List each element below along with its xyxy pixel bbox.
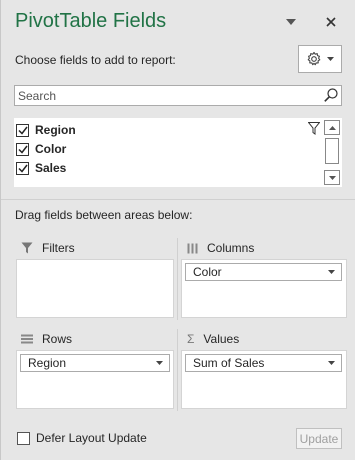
pivottable-fields-pane: PivotTable Fields Choose fields to add t… — [0, 0, 355, 460]
dropdown-triangle-icon — [286, 19, 296, 25]
filters-drop-area[interactable] — [16, 259, 174, 318]
field-item-color[interactable]: Color — [16, 140, 66, 158]
rows-area-header: Rows — [21, 332, 72, 346]
columns-field-pill[interactable]: Color — [185, 263, 342, 281]
area-separator — [177, 238, 178, 320]
defer-checkbox[interactable] — [17, 431, 30, 445]
filters-area-header: Filters — [21, 241, 75, 255]
values-area-header: Σ Values — [187, 332, 239, 346]
filters-area-title: Filters — [42, 241, 75, 255]
field-checkbox-sales[interactable] — [16, 161, 29, 175]
columns-drop-area[interactable]: Color — [181, 259, 347, 318]
chevron-down-icon[interactable] — [156, 361, 163, 365]
defer-label: Defer Layout Update — [36, 431, 147, 445]
scroll-down-icon — [328, 175, 336, 180]
area-separator — [177, 329, 178, 411]
checkmark-icon — [17, 145, 28, 154]
search-input[interactable]: Search — [18, 89, 56, 103]
columns-icon — [187, 243, 198, 253]
checkmark-icon — [17, 164, 28, 173]
values-field-pill[interactable]: Sum of Sales — [185, 354, 342, 372]
chevron-down-icon[interactable] — [328, 270, 335, 274]
checkmark-icon — [17, 126, 28, 135]
rows-icon — [21, 334, 33, 344]
tools-button[interactable] — [298, 45, 342, 73]
close-button[interactable] — [322, 12, 340, 32]
task-pane-options-button[interactable] — [282, 12, 300, 32]
field-checkbox-region[interactable] — [16, 123, 29, 137]
scroll-down-button[interactable] — [324, 170, 340, 185]
scroll-thumb[interactable] — [325, 138, 339, 164]
search-icon[interactable] — [323, 87, 339, 103]
values-drop-area[interactable]: Sum of Sales — [181, 350, 347, 409]
field-label: Color — [35, 142, 67, 156]
rows-field-pill[interactable]: Region — [20, 354, 170, 372]
rows-area-title: Rows — [42, 332, 73, 346]
rows-drop-area[interactable]: Region — [16, 350, 174, 409]
close-icon — [326, 17, 336, 27]
columns-area-title: Columns — [207, 241, 255, 255]
sigma-icon: Σ — [187, 332, 195, 346]
field-list-scrollbar[interactable] — [324, 120, 340, 185]
columns-area-header: Columns — [187, 241, 254, 255]
filter-icon — [21, 242, 33, 254]
choose-fields-label: Choose fields to add to report: — [15, 53, 176, 67]
columns-field-label: Color — [193, 265, 222, 279]
field-item-region[interactable]: Region — [16, 121, 76, 139]
update-button[interactable]: Update — [296, 428, 342, 449]
values-field-label: Sum of Sales — [193, 356, 265, 370]
field-checkbox-color[interactable] — [16, 142, 29, 156]
chevron-down-icon — [327, 57, 334, 61]
chevron-down-icon[interactable] — [328, 361, 335, 365]
scroll-up-icon — [328, 125, 336, 130]
pane-title: PivotTable Fields — [15, 10, 167, 32]
defer-layout-update[interactable]: Defer Layout Update — [17, 431, 147, 445]
values-area-title: Values — [203, 332, 240, 346]
gear-icon — [307, 51, 321, 66]
drag-fields-label: Drag fields between areas below: — [15, 208, 193, 222]
field-item-sales[interactable]: Sales — [16, 159, 66, 177]
search-field[interactable]: Search — [14, 85, 342, 106]
funnel-filter-icon[interactable] — [308, 122, 320, 135]
rows-field-label: Region — [28, 356, 67, 370]
field-list: Region Color Sales — [14, 118, 342, 187]
scroll-up-button[interactable] — [324, 120, 340, 135]
field-label: Region — [35, 123, 76, 137]
section-divider — [1, 199, 355, 200]
field-label: Sales — [35, 161, 67, 175]
